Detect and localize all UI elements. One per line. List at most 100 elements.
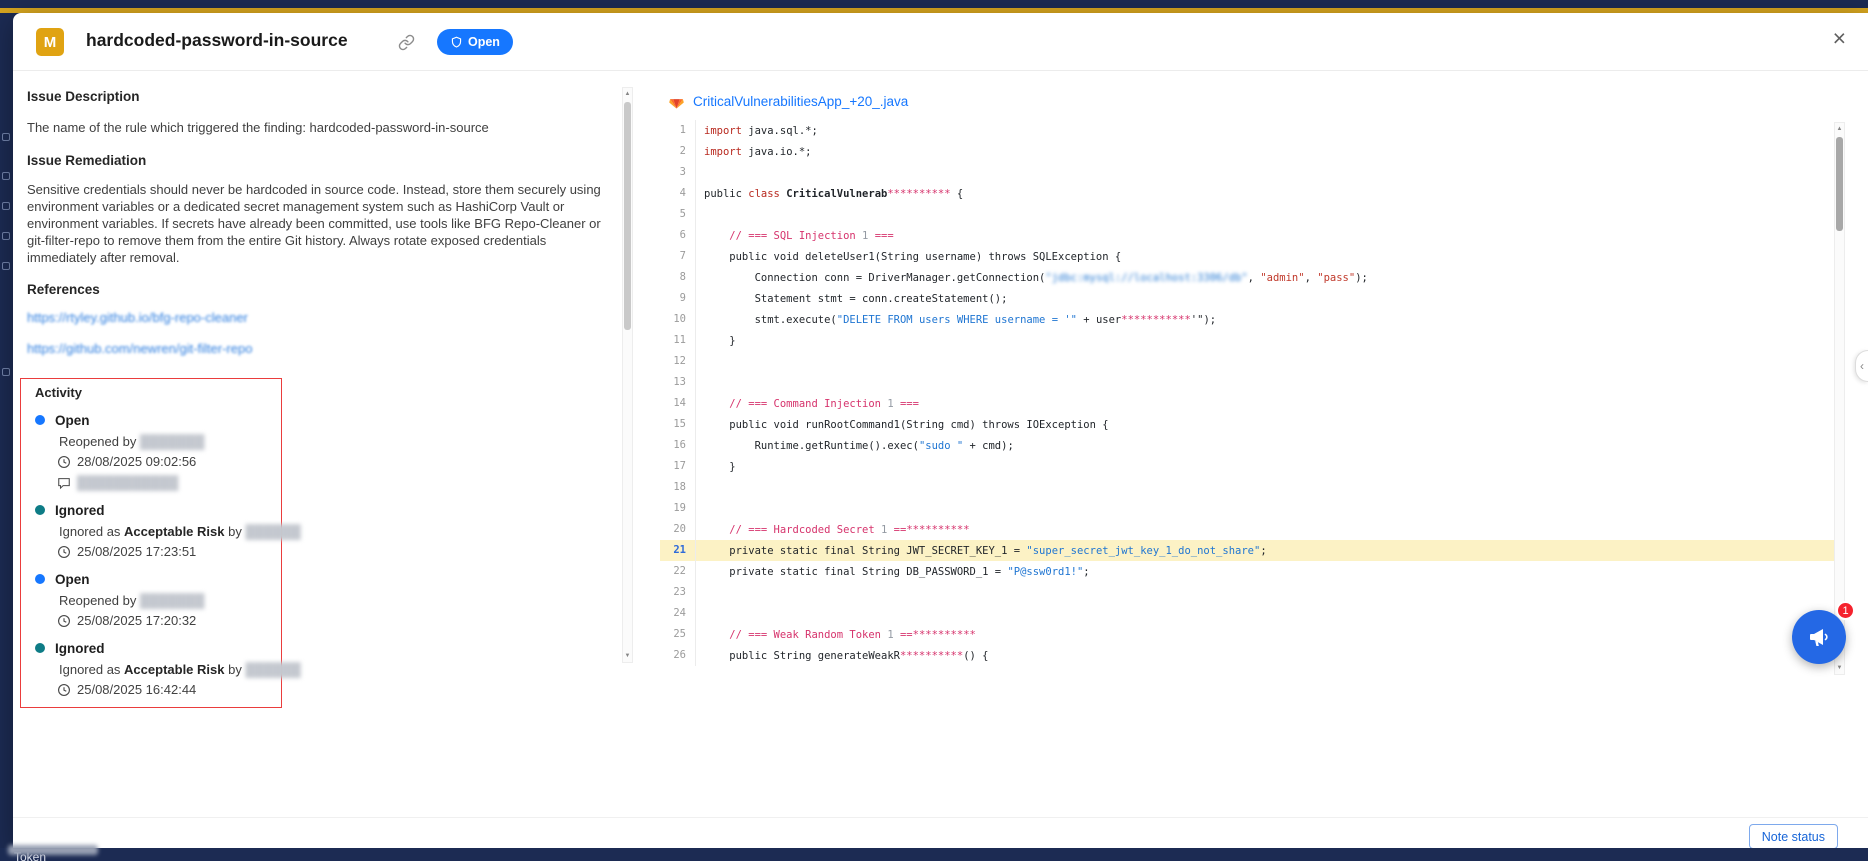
sidebar-icon[interactable] bbox=[2, 202, 10, 210]
notification-badge: 1 bbox=[1836, 601, 1855, 620]
line-number: 5 bbox=[660, 204, 696, 225]
scrollbar-thumb[interactable] bbox=[1836, 137, 1843, 231]
app-bottom-bar: Token bbox=[0, 848, 1868, 861]
line-number: 18 bbox=[660, 477, 696, 498]
activity-heading: Activity bbox=[35, 385, 269, 400]
line-number: 3 bbox=[660, 162, 696, 183]
status-badge[interactable]: Open bbox=[437, 29, 513, 55]
status-dot bbox=[35, 643, 45, 653]
status-dot bbox=[35, 415, 45, 425]
announcements-fab[interactable] bbox=[1792, 610, 1846, 664]
issue-description-body: The name of the rule which triggered the… bbox=[27, 119, 617, 136]
activity-timestamp: 25/08/2025 17:20:32 bbox=[57, 613, 269, 628]
code-line: 7 public void deleteUser1(String usernam… bbox=[660, 246, 1834, 267]
code-line: 9 Statement stmt = conn.createStatement(… bbox=[660, 288, 1834, 309]
language-selector[interactable]: English▾ bbox=[1393, 0, 1468, 8]
scroll-down-arrow[interactable]: ▼ bbox=[623, 651, 632, 661]
modal-footer: Note status bbox=[13, 817, 1868, 848]
copy-link-icon[interactable] bbox=[398, 34, 415, 56]
app-sidebar bbox=[0, 13, 13, 861]
line-number: 11 bbox=[660, 330, 696, 351]
activity-entry: OpenReopened by ███████28/08/2025 09:02:… bbox=[35, 413, 269, 490]
status-dot bbox=[35, 574, 45, 584]
line-number: 24 bbox=[660, 603, 696, 624]
chevron-left-icon: ‹ bbox=[1860, 359, 1864, 373]
status-dot bbox=[35, 505, 45, 515]
clock-icon bbox=[57, 455, 71, 469]
line-number: 14 bbox=[660, 393, 696, 414]
issue-remediation-heading: Issue Remediation bbox=[27, 153, 617, 168]
sidebar-icon[interactable] bbox=[2, 232, 10, 240]
activity-status: Ignored bbox=[55, 641, 105, 656]
line-number: 2 bbox=[660, 141, 696, 162]
clock-icon bbox=[57, 545, 71, 559]
scroll-down-arrow[interactable]: ▼ bbox=[1835, 663, 1844, 673]
line-number: 19 bbox=[660, 498, 696, 519]
code-line: 6 // === SQL Injection 1 === bbox=[660, 225, 1834, 246]
line-number: 16 bbox=[660, 435, 696, 456]
line-number: 7 bbox=[660, 246, 696, 267]
reference-link[interactable]: https://github.com/newren/git-filter-rep… bbox=[27, 341, 252, 356]
code-line: 22 private static final String DB_PASSWO… bbox=[660, 561, 1834, 582]
tenant-selector[interactable]: Tenant: XPLAT-DEV-TEST.ORG▾ bbox=[1133, 0, 1349, 8]
code-scrollbar[interactable]: ▲ ▼ bbox=[1834, 122, 1845, 675]
line-number: 12 bbox=[660, 351, 696, 372]
gitlab-icon bbox=[668, 93, 685, 110]
code-line: 2import java.io.*; bbox=[660, 141, 1834, 162]
code-line: 26 public String generateWeakR**********… bbox=[660, 645, 1834, 666]
activity-entry: Open Reopened by ███████ 25/08/2025 17:20:… bbox=[35, 572, 269, 628]
code-line: 25 // === Weak Random Token 1 ==********… bbox=[660, 624, 1834, 645]
code-line: 24 bbox=[660, 603, 1834, 624]
code-line: 15 public void runRootCommand1(String cm… bbox=[660, 414, 1834, 435]
activity-entry: Ignored Ignored as Acceptable Risk by ███… bbox=[35, 503, 269, 559]
code-line: 14 // === Command Injection 1 === bbox=[660, 393, 1834, 414]
code-line: 18 bbox=[660, 477, 1834, 498]
source-file-link[interactable]: CriticalVulnerabilitiesApp_+20_.java bbox=[693, 94, 908, 109]
line-number: 13 bbox=[660, 372, 696, 393]
line-number: 4 bbox=[660, 183, 696, 204]
activity-action: Ignored as Acceptable Risk by ██████ bbox=[59, 662, 269, 676]
code-line: 12 bbox=[660, 351, 1834, 372]
megaphone-icon bbox=[1807, 625, 1831, 649]
code-line: 5 bbox=[660, 204, 1834, 225]
activity-action: Ignored as Acceptable Risk by ██████ bbox=[59, 524, 269, 538]
sidebar-icon[interactable] bbox=[2, 133, 10, 141]
activity-status: Open bbox=[55, 413, 90, 428]
code-line: 4public class CriticalVulnerab**********… bbox=[660, 183, 1834, 204]
note-status-button[interactable]: Note status bbox=[1749, 824, 1838, 849]
activity-action: Reopened by ███████ bbox=[59, 593, 269, 607]
code-lines: 1import java.sql.*;2import java.io.*;34p… bbox=[660, 120, 1834, 666]
issue-remediation-body: Sensitive credentials should never be ha… bbox=[27, 181, 617, 266]
issue-details-panel: Issue Description The name of the rule w… bbox=[27, 89, 617, 708]
code-line: 19 bbox=[660, 498, 1834, 519]
scroll-up-arrow[interactable]: ▲ bbox=[623, 89, 632, 99]
line-number: 26 bbox=[660, 645, 696, 666]
collapse-panel-tab[interactable]: ‹ bbox=[1855, 350, 1868, 382]
rule-type-icon: M bbox=[36, 28, 64, 56]
shield-icon bbox=[450, 36, 463, 49]
activity-status: Open bbox=[55, 572, 90, 587]
code-line: 3 bbox=[660, 162, 1834, 183]
code-line: 8 Connection conn = DriverManager.getCon… bbox=[660, 267, 1834, 288]
activity-comment: ███████████ bbox=[57, 475, 269, 490]
code-line: 11 } bbox=[660, 330, 1834, 351]
scrollbar-thumb[interactable] bbox=[624, 102, 631, 330]
sidebar-icon[interactable] bbox=[2, 262, 10, 270]
line-number: 21 bbox=[660, 540, 696, 561]
code-line: 20 // === Hardcoded Secret 1 ==*********… bbox=[660, 519, 1834, 540]
line-number: 23 bbox=[660, 582, 696, 603]
line-number: 10 bbox=[660, 309, 696, 330]
activity-status: Ignored bbox=[55, 503, 105, 518]
code-line: 17 } bbox=[660, 456, 1834, 477]
line-number: 6 bbox=[660, 225, 696, 246]
references-heading: References bbox=[27, 282, 617, 297]
close-icon[interactable]: × bbox=[1833, 25, 1846, 52]
project-selector[interactable]: Project: PROJECT_XPL...▾ bbox=[215, 0, 378, 8]
scroll-up-arrow[interactable]: ▲ bbox=[1835, 124, 1844, 134]
reference-link[interactable]: https://rtyley.github.io/bfg-repo-cleane… bbox=[27, 310, 248, 325]
line-number: 25 bbox=[660, 624, 696, 645]
sidebar-icon[interactable] bbox=[2, 172, 10, 180]
sidebar-icon[interactable] bbox=[2, 368, 10, 376]
region-selector[interactable]: Region: Saigon (Vietn...▾ bbox=[480, 0, 629, 8]
left-panel-scrollbar[interactable]: ▲ ▼ bbox=[622, 87, 633, 663]
